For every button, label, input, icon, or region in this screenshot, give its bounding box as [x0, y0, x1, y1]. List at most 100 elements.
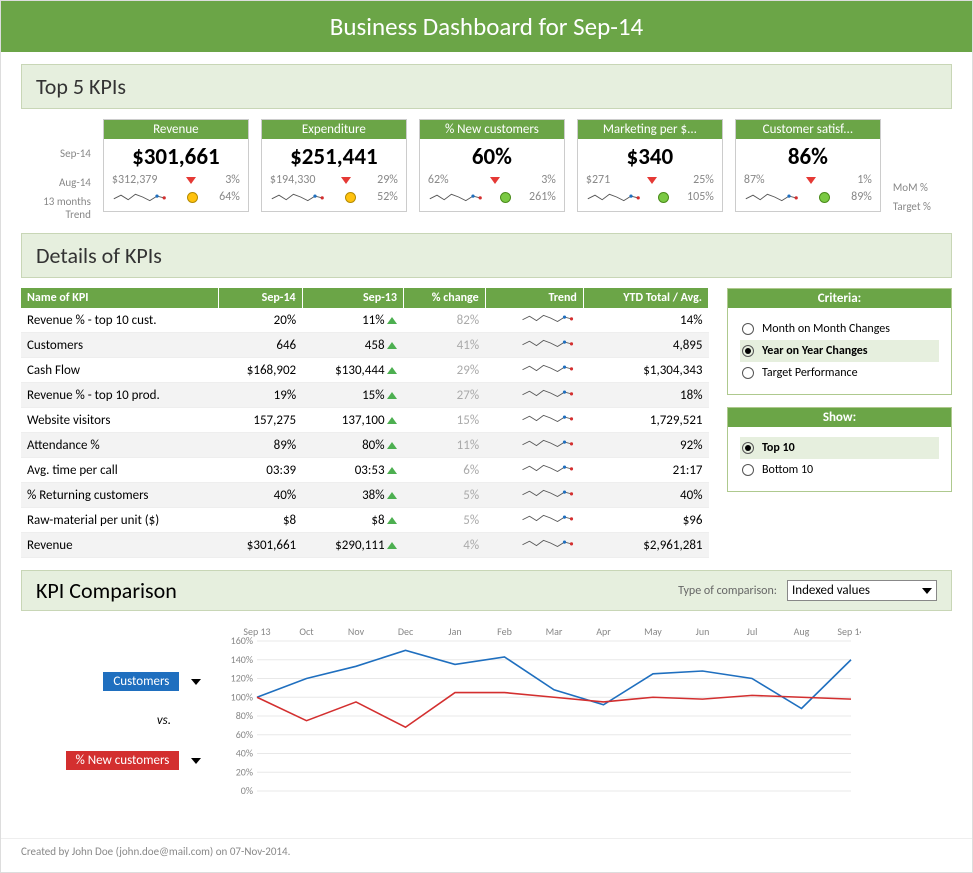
kpi-trend-cell: [485, 358, 583, 383]
kpi-cur-cell: 20%: [218, 308, 302, 333]
compare-series-b-dropdown[interactable]: % New customers: [66, 750, 201, 770]
radio-icon: [742, 464, 754, 476]
kpi-card-value: $251,441: [262, 139, 406, 173]
kpi-card-value: 60%: [420, 139, 564, 173]
compare-series-a-dropdown[interactable]: Customers: [103, 671, 201, 691]
svg-text:Jul: Jul: [747, 625, 758, 638]
kpi-ytd-cell: 14%: [583, 308, 708, 333]
triangle-up-icon: [387, 342, 397, 349]
table-row: Attendance % 89% 80% 11% 92%: [21, 433, 709, 458]
radio-icon: [742, 442, 754, 454]
status-dot-icon: [819, 192, 830, 203]
criteria-option-2[interactable]: Target Performance: [740, 362, 939, 384]
radio-label: Bottom 10: [762, 463, 813, 477]
triangle-dn-icon: [490, 177, 500, 184]
kpi-trend-cell: [485, 483, 583, 508]
show-option-0[interactable]: Top 10: [740, 437, 939, 459]
kpi-name-cell: Revenue: [21, 533, 218, 558]
kpi-mom-pct: 3%: [225, 173, 240, 187]
section-top5-header: Top 5 KPIs: [21, 64, 952, 109]
svg-text:Aug: Aug: [794, 625, 810, 638]
svg-text:Jan: Jan: [448, 625, 461, 638]
kpi-cur-cell: 646: [218, 333, 302, 358]
status-dot-icon: [345, 192, 356, 203]
table-row: Revenue % - top 10 cust. 20% 11% 82% 14%: [21, 308, 709, 333]
svg-text:Dec: Dec: [398, 625, 414, 638]
kpi-prev-cell: $290,111: [302, 533, 403, 558]
kpi-card-title: % New customers: [420, 120, 564, 139]
kpi-name-cell: Attendance %: [21, 433, 218, 458]
table-header: Sep-14: [218, 288, 302, 308]
compare-type-dropdown[interactable]: Indexed values: [787, 580, 937, 601]
criteria-option-0[interactable]: Month on Month Changes: [740, 318, 939, 340]
status-dot-icon: [187, 192, 198, 203]
kpi-trend-cell: [485, 308, 583, 333]
table-header: % change: [403, 288, 485, 308]
kpi-prev-cell: 15%: [302, 383, 403, 408]
kpi-card-3: Marketing per $... $340 $271 25% 105%: [577, 119, 723, 212]
kpi-card-title: Revenue: [104, 120, 248, 139]
triangle-dn-icon: [341, 177, 351, 184]
show-option-1[interactable]: Bottom 10: [740, 459, 939, 481]
triangle-up-icon: [387, 542, 397, 549]
kpi-card-1: Expenditure $251,441 $194,330 29% 52%: [261, 119, 407, 212]
svg-text:Oct: Oct: [299, 625, 314, 638]
kpi-prev-cell: 137,100: [302, 408, 403, 433]
kpi-target-pct: 89%: [851, 190, 872, 204]
label-mom: MoM %: [893, 181, 952, 194]
kpi-name-cell: Raw-material per unit ($): [21, 508, 218, 533]
kpi-cur-cell: 89%: [218, 433, 302, 458]
kpi-change-cell: 11%: [403, 433, 485, 458]
criteria-panel: Criteria: Month on Month Changes Year on…: [727, 288, 952, 395]
triangle-up-icon: [387, 417, 397, 424]
kpi-mom-pct: 25%: [693, 173, 714, 187]
table-header: Name of KPI: [21, 288, 218, 308]
radio-label: Target Performance: [762, 366, 858, 380]
criteria-title: Criteria:: [728, 289, 951, 308]
kpi-cur-cell: $168,902: [218, 358, 302, 383]
chevron-down-icon: [191, 758, 201, 764]
table-row: Cash Flow $168,902 $130,444 29% $1,304,3…: [21, 358, 709, 383]
triangle-up-icon: [387, 517, 397, 524]
svg-text:Sep 13: Sep 13: [243, 625, 270, 638]
kpi-prev-cell: 458: [302, 333, 403, 358]
kpi-cur-cell: $301,661: [218, 533, 302, 558]
svg-text:Apr: Apr: [596, 625, 611, 638]
chevron-down-icon: [922, 588, 932, 594]
kpi-ytd-cell: 21:17: [583, 458, 708, 483]
kpi-cur-cell: 03:39: [218, 458, 302, 483]
triangle-up-icon: [387, 392, 397, 399]
kpi-prev-value: 62%: [428, 173, 449, 187]
svg-text:20%: 20%: [236, 765, 253, 778]
show-panel: Show: Top 10 Bottom 10: [727, 407, 952, 492]
table-row: Website visitors 157,275 137,100 15% 1,7…: [21, 408, 709, 433]
svg-text:Jun: Jun: [696, 625, 710, 638]
kpi-card-value: $301,661: [104, 139, 248, 173]
radio-label: Month on Month Changes: [762, 322, 890, 336]
kpi-name-cell: Revenue % - top 10 cust.: [21, 308, 218, 333]
svg-text:0%: 0%: [241, 784, 253, 797]
kpi-card-value: 86%: [736, 139, 880, 173]
table-row: Customers 646 458 41% 4,895: [21, 333, 709, 358]
kpi-ytd-cell: 1,729,521: [583, 408, 708, 433]
kpi-prev-cell: 11%: [302, 308, 403, 333]
kpi-target-pct: 261%: [529, 190, 556, 204]
kpi-prev-value: $312,379: [112, 173, 158, 187]
kpi-prev-cell: 03:53: [302, 458, 403, 483]
table-header: Sep-13: [302, 288, 403, 308]
svg-text:80%: 80%: [236, 709, 253, 722]
table-header: Trend: [485, 288, 583, 308]
radio-icon: [742, 367, 754, 379]
kpi-prev-value: 87%: [744, 173, 765, 187]
kpi-prev-value: $271: [586, 173, 610, 187]
kpi-prev-cell: 38%: [302, 483, 403, 508]
svg-text:40%: 40%: [236, 747, 253, 760]
table-row: Avg. time per call 03:39 03:53 6% 21:17: [21, 458, 709, 483]
kpi-target-pct: 64%: [219, 190, 240, 204]
vs-label: vs.: [157, 713, 201, 728]
kpi-ytd-cell: $96: [583, 508, 708, 533]
kpi-row-labels: Sep-14 Aug-14 13 months Trend: [21, 119, 95, 221]
kpi-change-cell: 27%: [403, 383, 485, 408]
criteria-option-1[interactable]: Year on Year Changes: [740, 340, 939, 362]
svg-text:60%: 60%: [236, 728, 253, 741]
